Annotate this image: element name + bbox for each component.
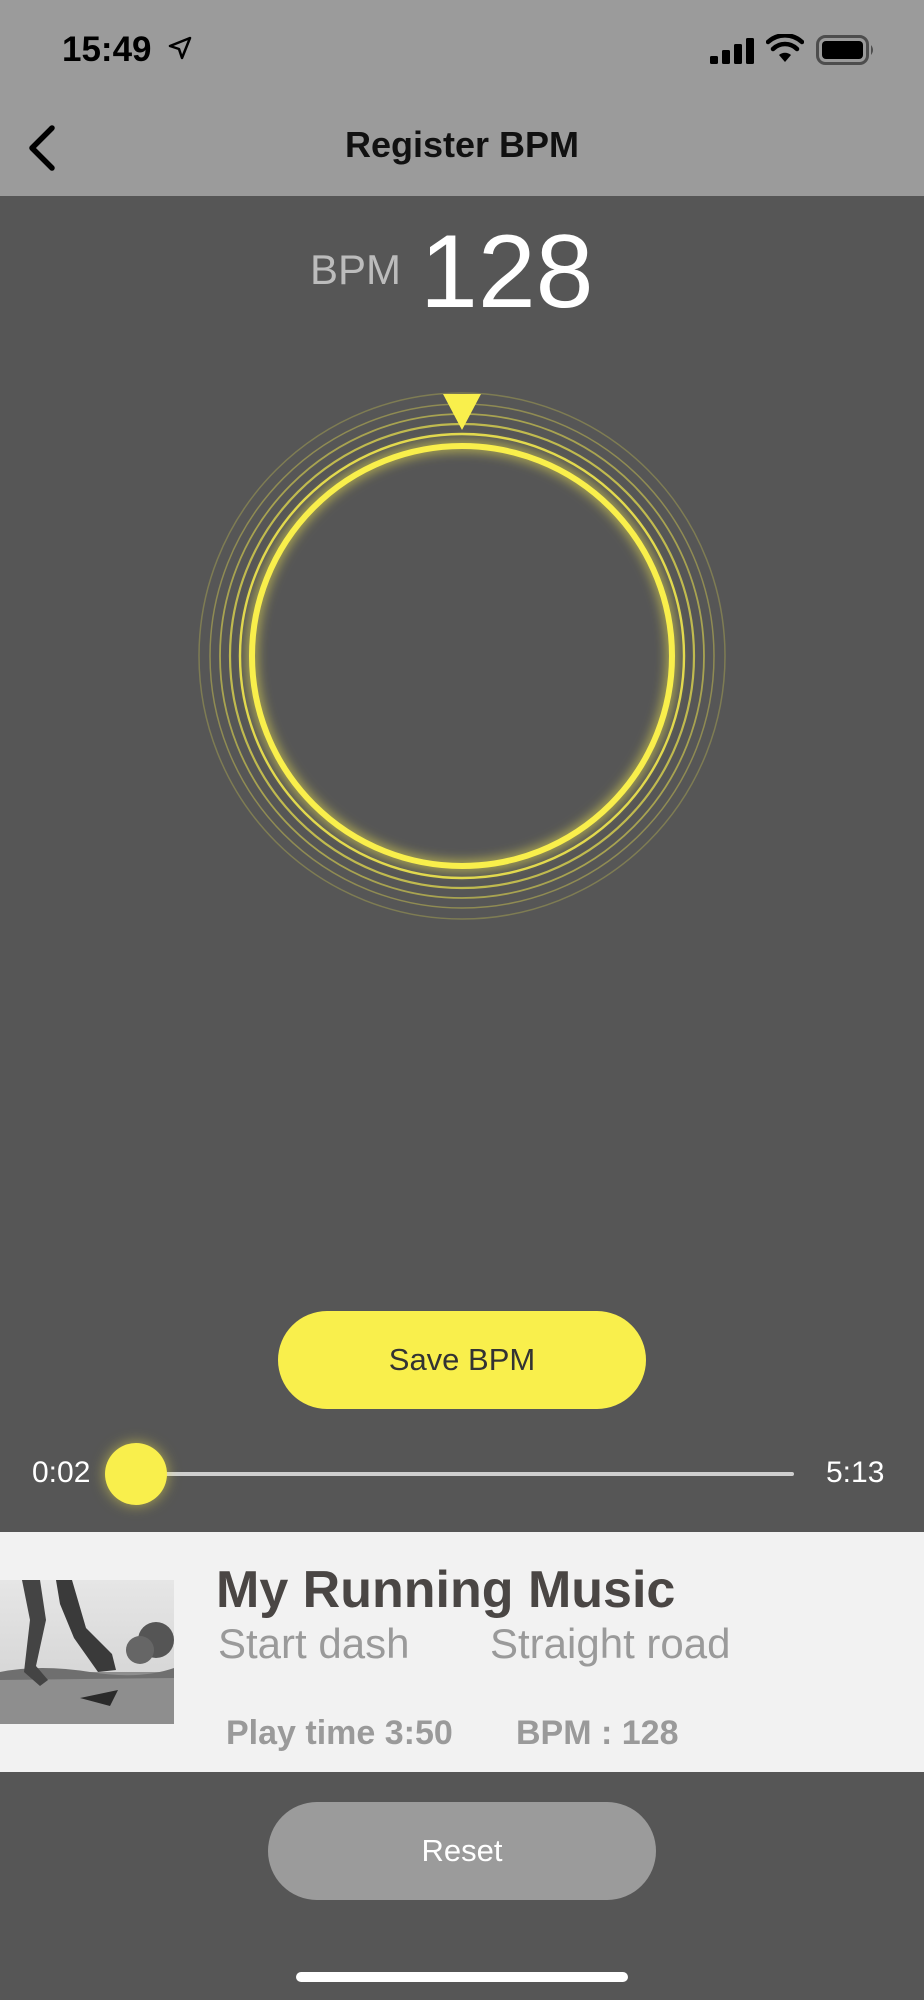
song-tag: Straight road xyxy=(490,1620,731,1667)
progress-track[interactable] xyxy=(132,1472,794,1476)
reset-button[interactable]: Reset xyxy=(268,1802,656,1900)
bpm-value: 128 xyxy=(420,214,594,330)
signal-icon xyxy=(710,38,754,64)
elapsed-time: 0:02 xyxy=(32,1456,91,1489)
status-time: 15:49 xyxy=(62,30,152,69)
song-tag: Start dash xyxy=(218,1620,410,1667)
song-title: My Running Music xyxy=(216,1561,676,1619)
wifi-icon xyxy=(766,34,804,62)
reset-label: Reset xyxy=(421,1833,503,1868)
bpm-label: BPM xyxy=(310,246,402,293)
battery-icon xyxy=(816,35,873,65)
home-indicator xyxy=(296,1972,628,1982)
save-bpm-button[interactable]: Save BPM xyxy=(278,1311,646,1409)
page-title: Register BPM xyxy=(344,124,580,165)
song-bpm: BPM : 128 xyxy=(516,1714,679,1752)
bpm-tap-ring[interactable] xyxy=(192,386,732,926)
location-arrow-icon xyxy=(168,36,192,60)
save-bpm-label: Save BPM xyxy=(388,1342,536,1377)
album-cover-image xyxy=(0,1580,174,1724)
total-time: 5:13 xyxy=(826,1456,885,1489)
progress-thumb[interactable] xyxy=(105,1443,168,1505)
play-time: Play time 3:50 xyxy=(226,1714,453,1752)
